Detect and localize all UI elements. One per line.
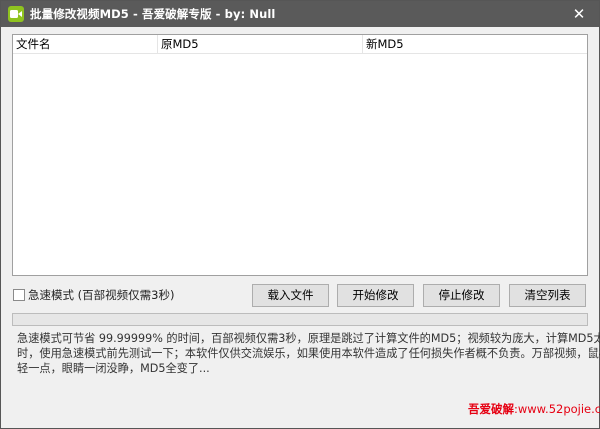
file-list-header: 文件名 原MD5 新MD5 xyxy=(13,35,587,54)
main-window: 批量修改视频MD5 - 吾爱破解专版 - by: Null ✕ 文件名 原MD5… xyxy=(0,0,600,429)
footer-site-name: 吾爱破解 xyxy=(468,402,514,416)
load-files-button[interactable]: 载入文件 xyxy=(252,284,329,307)
file-list[interactable]: 文件名 原MD5 新MD5 xyxy=(12,34,588,276)
start-modify-button[interactable]: 开始修改 xyxy=(337,284,414,307)
stop-modify-button[interactable]: 停止修改 xyxy=(423,284,500,307)
fast-mode-label[interactable]: 急速模式 (百部视频仅需3秒) xyxy=(28,287,174,303)
window-title: 批量修改视频MD5 - 吾爱破解专版 - by: Null xyxy=(30,7,276,21)
description-line: 急速模式可节省 99.99999% 的时间，百部视频仅需3秒，原理是跳过了计算文… xyxy=(17,332,600,345)
column-header-filename[interactable]: 文件名 xyxy=(13,35,158,53)
title-bar[interactable]: 批量修改视频MD5 - 吾爱破解专版 - by: Null ✕ xyxy=(1,1,599,27)
fast-mode-checkbox[interactable] xyxy=(13,289,25,301)
description-text: 急速模式可节省 99.99999% 的时间，百部视频仅需3秒，原理是跳过了计算文… xyxy=(17,331,600,376)
video-camera-icon xyxy=(8,6,24,22)
description-line: 轻一点，眼睛一闭没睁，MD5全变了... xyxy=(17,362,210,375)
description-line: 时，使用急速模式前先测试一下；本软件仅供交流娱乐，如果使用本软件造成了任何损失作… xyxy=(17,347,600,360)
progress-bar xyxy=(12,313,588,326)
footer-url-link[interactable]: www.52pojie.com xyxy=(518,402,600,416)
clear-list-button[interactable]: 清空列表 xyxy=(509,284,586,307)
column-header-new-md5[interactable]: 新MD5 xyxy=(363,35,587,53)
column-header-original-md5[interactable]: 原MD5 xyxy=(158,35,363,53)
close-icon[interactable]: ✕ xyxy=(569,4,589,24)
footer-credit: 吾爱破解:www.52pojie.com xyxy=(468,401,600,417)
